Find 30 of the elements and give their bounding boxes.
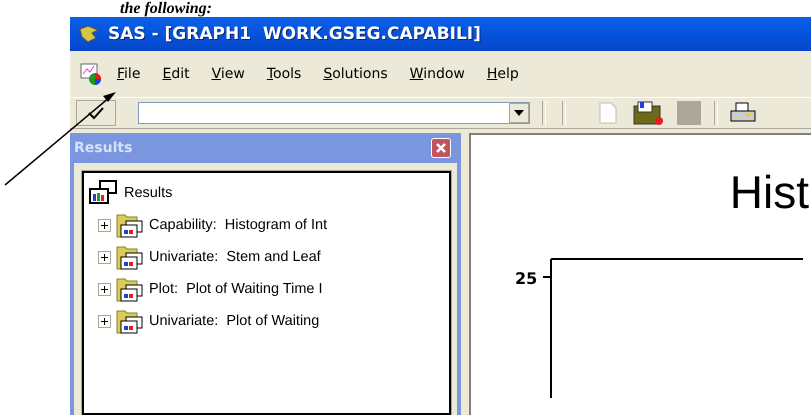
menu-item[interactable]: Edit [153,64,199,84]
window-title: SAS - [GRAPH1 WORK.GSEG.CAPABILI] [108,24,481,44]
tree-item[interactable]: Capability: Histogram of Int [88,209,445,241]
expand-icon[interactable] [98,314,111,328]
checkmark-icon [87,106,105,120]
graph-title: Hist [730,167,809,217]
tree-item[interactable]: Univariate: Stem and Leaf [88,241,445,273]
expand-icon[interactable] [98,218,111,232]
caption-text: the following: [120,0,212,17]
close-button[interactable] [431,138,451,158]
tree-item[interactable]: Results [88,177,445,209]
submit-button[interactable] [76,100,116,126]
expand-icon[interactable] [98,250,111,264]
menu-item[interactable]: View [202,64,254,84]
axis-tick-label: 25 [515,269,538,288]
results-icon [88,179,120,207]
menu-item[interactable]: Tools [258,64,310,84]
menu-item[interactable]: Solutions [314,64,397,84]
document-icon[interactable] [80,61,104,87]
close-icon [435,142,447,154]
menu-item[interactable]: Help [478,64,528,84]
app-icon [78,25,100,43]
panel-title: Results [74,140,132,156]
expand-icon[interactable] [98,282,111,296]
menu-item[interactable]: File [108,64,150,84]
tree-item[interactable]: Plot: Plot of Waiting Time I [88,273,445,305]
menu-item[interactable]: Window [400,64,474,84]
dropdown-arrow-icon[interactable] [514,110,524,116]
tree-item[interactable]: Univariate: Plot of Waiting [88,305,445,337]
open-folder-icon[interactable] [632,100,664,126]
